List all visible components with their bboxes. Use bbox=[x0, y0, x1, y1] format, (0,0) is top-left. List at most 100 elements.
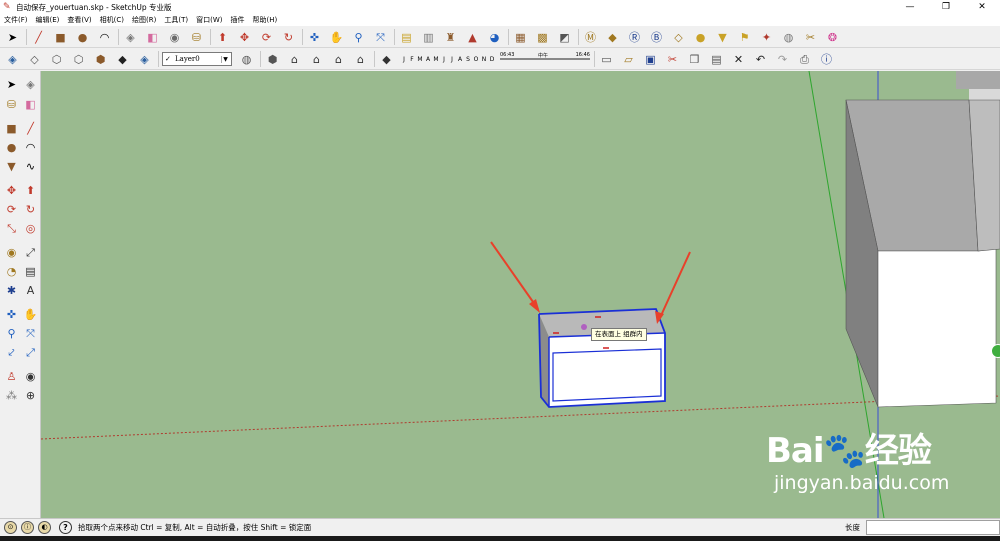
plugin-b-icon[interactable]: Ⓑ bbox=[648, 29, 665, 46]
minimize-button[interactable]: — bbox=[892, 0, 928, 14]
plugin-ball-icon[interactable]: ◍ bbox=[780, 29, 797, 46]
send-to-layout-icon[interactable]: ◩ bbox=[556, 29, 573, 46]
zoom-extents-icon[interactable]: ⤧ bbox=[372, 29, 389, 46]
paint-bucket-icon[interactable]: ⛁ bbox=[188, 29, 205, 46]
zoom-extents-icon[interactable]: ⤢ bbox=[22, 344, 39, 361]
select-tool-icon[interactable]: ➤ bbox=[4, 29, 21, 46]
rectangle-tool-icon[interactable]: ■ bbox=[52, 29, 69, 46]
walk-tool-icon[interactable]: ⁂ bbox=[3, 387, 20, 404]
right-view-icon[interactable]: ⬡ bbox=[70, 51, 87, 68]
component-tool-icon[interactable]: ◈ bbox=[22, 76, 39, 93]
eraser-tool-icon[interactable]: ◧ bbox=[22, 96, 39, 113]
house-texture-icon[interactable]: ⌂ bbox=[352, 51, 369, 68]
open-file-icon[interactable]: ▱ bbox=[620, 51, 637, 68]
house-wire-icon[interactable]: ⌂ bbox=[286, 51, 303, 68]
section-plane-icon[interactable]: ⊕ bbox=[22, 387, 39, 404]
zoom-tool-icon[interactable]: ⚲ bbox=[3, 325, 20, 342]
maximize-button[interactable]: ❐ bbox=[928, 0, 964, 14]
menu-help[interactable]: 帮助(H) bbox=[248, 14, 281, 26]
zoom-tool-icon[interactable]: ⚲ bbox=[350, 29, 367, 46]
plugin-cone-icon[interactable]: ▼ bbox=[714, 29, 731, 46]
follow-me-icon[interactable]: ↻ bbox=[280, 29, 297, 46]
arc-tool-icon[interactable]: ◠ bbox=[22, 139, 39, 156]
push-pull-icon[interactable]: ⬆ bbox=[214, 29, 231, 46]
plugin-r-icon[interactable]: Ⓡ bbox=[626, 29, 643, 46]
rotate-tool-icon[interactable]: ⟳ bbox=[3, 201, 20, 218]
pan-tool-icon[interactable]: ✋ bbox=[22, 306, 39, 323]
top-view-icon[interactable]: ◇ bbox=[26, 51, 43, 68]
xray-icon[interactable]: ◈ bbox=[136, 51, 153, 68]
offset-tool-icon[interactable]: ◎ bbox=[22, 220, 39, 237]
warehouse-icon[interactable]: ▦ bbox=[512, 29, 529, 46]
select-tool-icon[interactable]: ➤ bbox=[3, 76, 20, 93]
paint-bucket-icon[interactable]: ⛁ bbox=[3, 96, 20, 113]
follow-me-icon[interactable]: ↻ bbox=[22, 201, 39, 218]
plugin-flag-icon[interactable]: ⚑ bbox=[736, 29, 753, 46]
freehand-tool-icon[interactable]: ∿ bbox=[22, 158, 39, 175]
previous-view-icon[interactable]: ⤦ bbox=[3, 344, 20, 361]
position-camera-icon[interactable]: ♙ bbox=[3, 368, 20, 385]
axes-tool-icon[interactable]: ✱ bbox=[3, 282, 20, 299]
polygon-tool-icon[interactable]: ▼ bbox=[3, 158, 20, 175]
menu-camera[interactable]: 相机(C) bbox=[96, 14, 128, 26]
tape-measure-icon[interactable]: ◉ bbox=[3, 244, 20, 261]
3d-text-icon[interactable]: A bbox=[22, 282, 39, 299]
plugin-tag-icon[interactable]: ◆ bbox=[604, 29, 621, 46]
add-location-icon[interactable]: ♜ bbox=[442, 29, 459, 46]
share-model-icon[interactable]: ▥ bbox=[420, 29, 437, 46]
eraser-tool-icon[interactable]: ◧ bbox=[144, 29, 161, 46]
orbit-tool-icon[interactable]: ✜ bbox=[306, 29, 323, 46]
front-view-icon[interactable]: ⬡ bbox=[48, 51, 65, 68]
rotate-tool-icon[interactable]: ⟳ bbox=[258, 29, 275, 46]
make-component-icon[interactable]: ◈ bbox=[122, 29, 139, 46]
side-expand-button[interactable] bbox=[991, 344, 1000, 358]
section-plane-icon[interactable]: ⬢ bbox=[264, 51, 281, 68]
plugin-gem-icon[interactable]: ◇ bbox=[670, 29, 687, 46]
circle-tool-icon[interactable]: ● bbox=[3, 139, 20, 156]
plugin-wand-icon[interactable]: ✦ bbox=[758, 29, 775, 46]
menu-tools[interactable]: 工具(T) bbox=[160, 14, 192, 26]
push-pull-icon[interactable]: ⬆ bbox=[22, 182, 39, 199]
user-icon[interactable]: ◐ bbox=[38, 521, 51, 534]
move-tool-icon[interactable]: ✥ bbox=[236, 29, 253, 46]
undo-icon[interactable]: ↶ bbox=[752, 51, 769, 68]
protractor-icon[interactable]: ◔ bbox=[3, 263, 20, 280]
menu-view[interactable]: 查看(V) bbox=[63, 14, 95, 26]
credits-icon[interactable]: ⓘ bbox=[21, 521, 34, 534]
plugin-sphere-icon[interactable]: ● bbox=[692, 29, 709, 46]
left-view-icon[interactable]: ◆ bbox=[114, 51, 131, 68]
plugin-fork-icon[interactable]: ✂ bbox=[802, 29, 819, 46]
paste-icon[interactable]: ▤ bbox=[708, 51, 725, 68]
circle-tool-icon[interactable]: ● bbox=[74, 29, 91, 46]
arc-tool-icon[interactable]: ◠ bbox=[96, 29, 113, 46]
new-file-icon[interactable]: ▭ bbox=[598, 51, 615, 68]
redo-icon[interactable]: ↷ bbox=[774, 51, 791, 68]
save-file-icon[interactable]: ▣ bbox=[642, 51, 659, 68]
iso-view-icon[interactable]: ◈ bbox=[4, 51, 21, 68]
delete-icon[interactable]: ✕ bbox=[730, 51, 747, 68]
rectangle-tool-icon[interactable]: ■ bbox=[3, 120, 20, 137]
model-viewport[interactable]: 在表面上 组群内 Bai🐾经验 jingyan.baidu.com bbox=[41, 71, 1000, 518]
model-info-icon[interactable]: ⓘ bbox=[818, 51, 835, 68]
layer-manager-icon[interactable]: ◍ bbox=[238, 51, 255, 68]
layer-dropdown[interactable]: ✓ Layer0 ▼ bbox=[162, 52, 232, 66]
pan-tool-icon[interactable]: ✋ bbox=[328, 29, 345, 46]
back-view-icon[interactable]: ⬢ bbox=[92, 51, 109, 68]
menu-file[interactable]: 文件(F) bbox=[0, 14, 32, 26]
house-shaded-icon[interactable]: ⌂ bbox=[330, 51, 347, 68]
shadow-month-scale[interactable]: J F M A M J J A S O N D bbox=[400, 56, 496, 63]
text-tool-icon[interactable]: ▤ bbox=[22, 263, 39, 280]
shadows-toggle-icon[interactable]: ◆ bbox=[378, 51, 395, 68]
close-button[interactable]: ✕ bbox=[964, 0, 1000, 14]
print-icon[interactable]: ⎙ bbox=[796, 51, 813, 68]
menu-window[interactable]: 窗口(W) bbox=[192, 14, 226, 26]
tape-measure-icon[interactable]: ◉ bbox=[166, 29, 183, 46]
orbit-tool-icon[interactable]: ✜ bbox=[3, 306, 20, 323]
scale-tool-icon[interactable]: ⤡ bbox=[3, 220, 20, 237]
toggle-terrain-icon[interactable]: ▲ bbox=[464, 29, 481, 46]
plugin-m-icon[interactable]: Ⓜ bbox=[582, 29, 599, 46]
plugin-color-wheel-icon[interactable]: ❂ bbox=[824, 29, 841, 46]
line-tool-icon[interactable]: ╱ bbox=[22, 120, 39, 137]
line-tool-icon[interactable]: ╱ bbox=[30, 29, 47, 46]
menu-edit[interactable]: 编辑(E) bbox=[32, 14, 64, 26]
